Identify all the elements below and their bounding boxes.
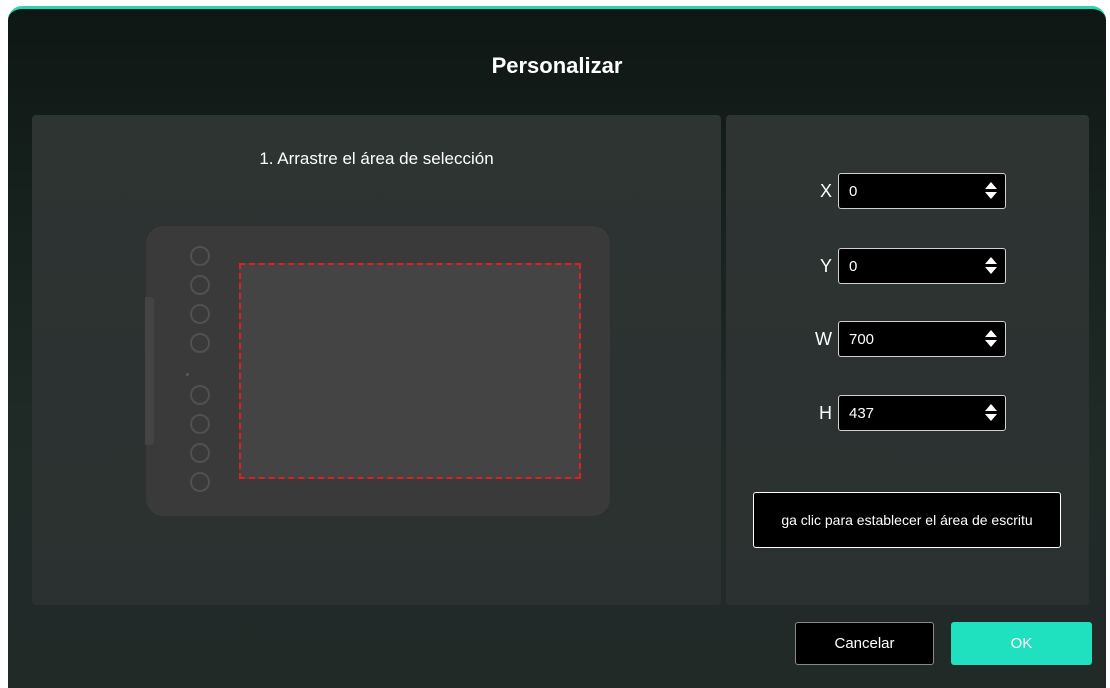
express-key-icon [190, 443, 210, 463]
express-key-icon [190, 275, 210, 295]
cancel-button[interactable]: Cancelar [795, 622, 934, 665]
w-field[interactable]: 700 [838, 321, 1006, 357]
set-writing-area-button[interactable]: ga clic para establecer el área de escri… [753, 492, 1061, 548]
x-value: 0 [849, 183, 858, 200]
set-writing-area-label: ga clic para establecer el área de escri… [781, 512, 1033, 528]
express-key-icon [190, 385, 210, 405]
field-label-x: X [819, 181, 832, 201]
up-down-spinner-icon[interactable] [985, 404, 997, 422]
field-row-x: X 0 [796, 173, 1008, 209]
w-value: 700 [849, 331, 875, 348]
dialog-title: Personalizar [491, 53, 623, 78]
field-row-y: Y 0 [796, 248, 1008, 284]
tablet-indicator-dot [186, 373, 189, 376]
up-down-spinner-icon[interactable] [985, 257, 997, 275]
up-down-spinner-icon[interactable] [985, 330, 997, 348]
coordinates-panel: X 0 Y 0 W 700 H 437 ga clic para estable… [726, 115, 1089, 605]
express-key-icon [190, 304, 210, 324]
x-field[interactable]: 0 [838, 173, 1006, 209]
field-label-h: H [819, 403, 832, 423]
y-value: 0 [849, 258, 858, 275]
up-down-spinner-icon[interactable] [985, 182, 997, 200]
area-selection-panel: 1. Arrastre el área de selección [32, 115, 721, 605]
express-key-icon [190, 472, 210, 492]
tablet-side-edge [145, 297, 154, 445]
field-row-w: W 700 [796, 321, 1008, 357]
selection-area-handle[interactable] [239, 263, 581, 479]
field-label-y: Y [819, 256, 832, 276]
field-label-w: W [815, 329, 832, 349]
express-key-icon [190, 414, 210, 434]
tablet-preview [145, 225, 611, 517]
drag-instruction: 1. Arrastre el área de selección [259, 149, 494, 168]
y-field[interactable]: 0 [838, 248, 1006, 284]
ok-button[interactable]: OK [951, 622, 1092, 665]
express-key-icon [190, 246, 210, 266]
field-row-h: H 437 [796, 395, 1008, 431]
h-value: 437 [849, 405, 875, 422]
h-field[interactable]: 437 [838, 395, 1006, 431]
express-key-icon [190, 333, 210, 353]
